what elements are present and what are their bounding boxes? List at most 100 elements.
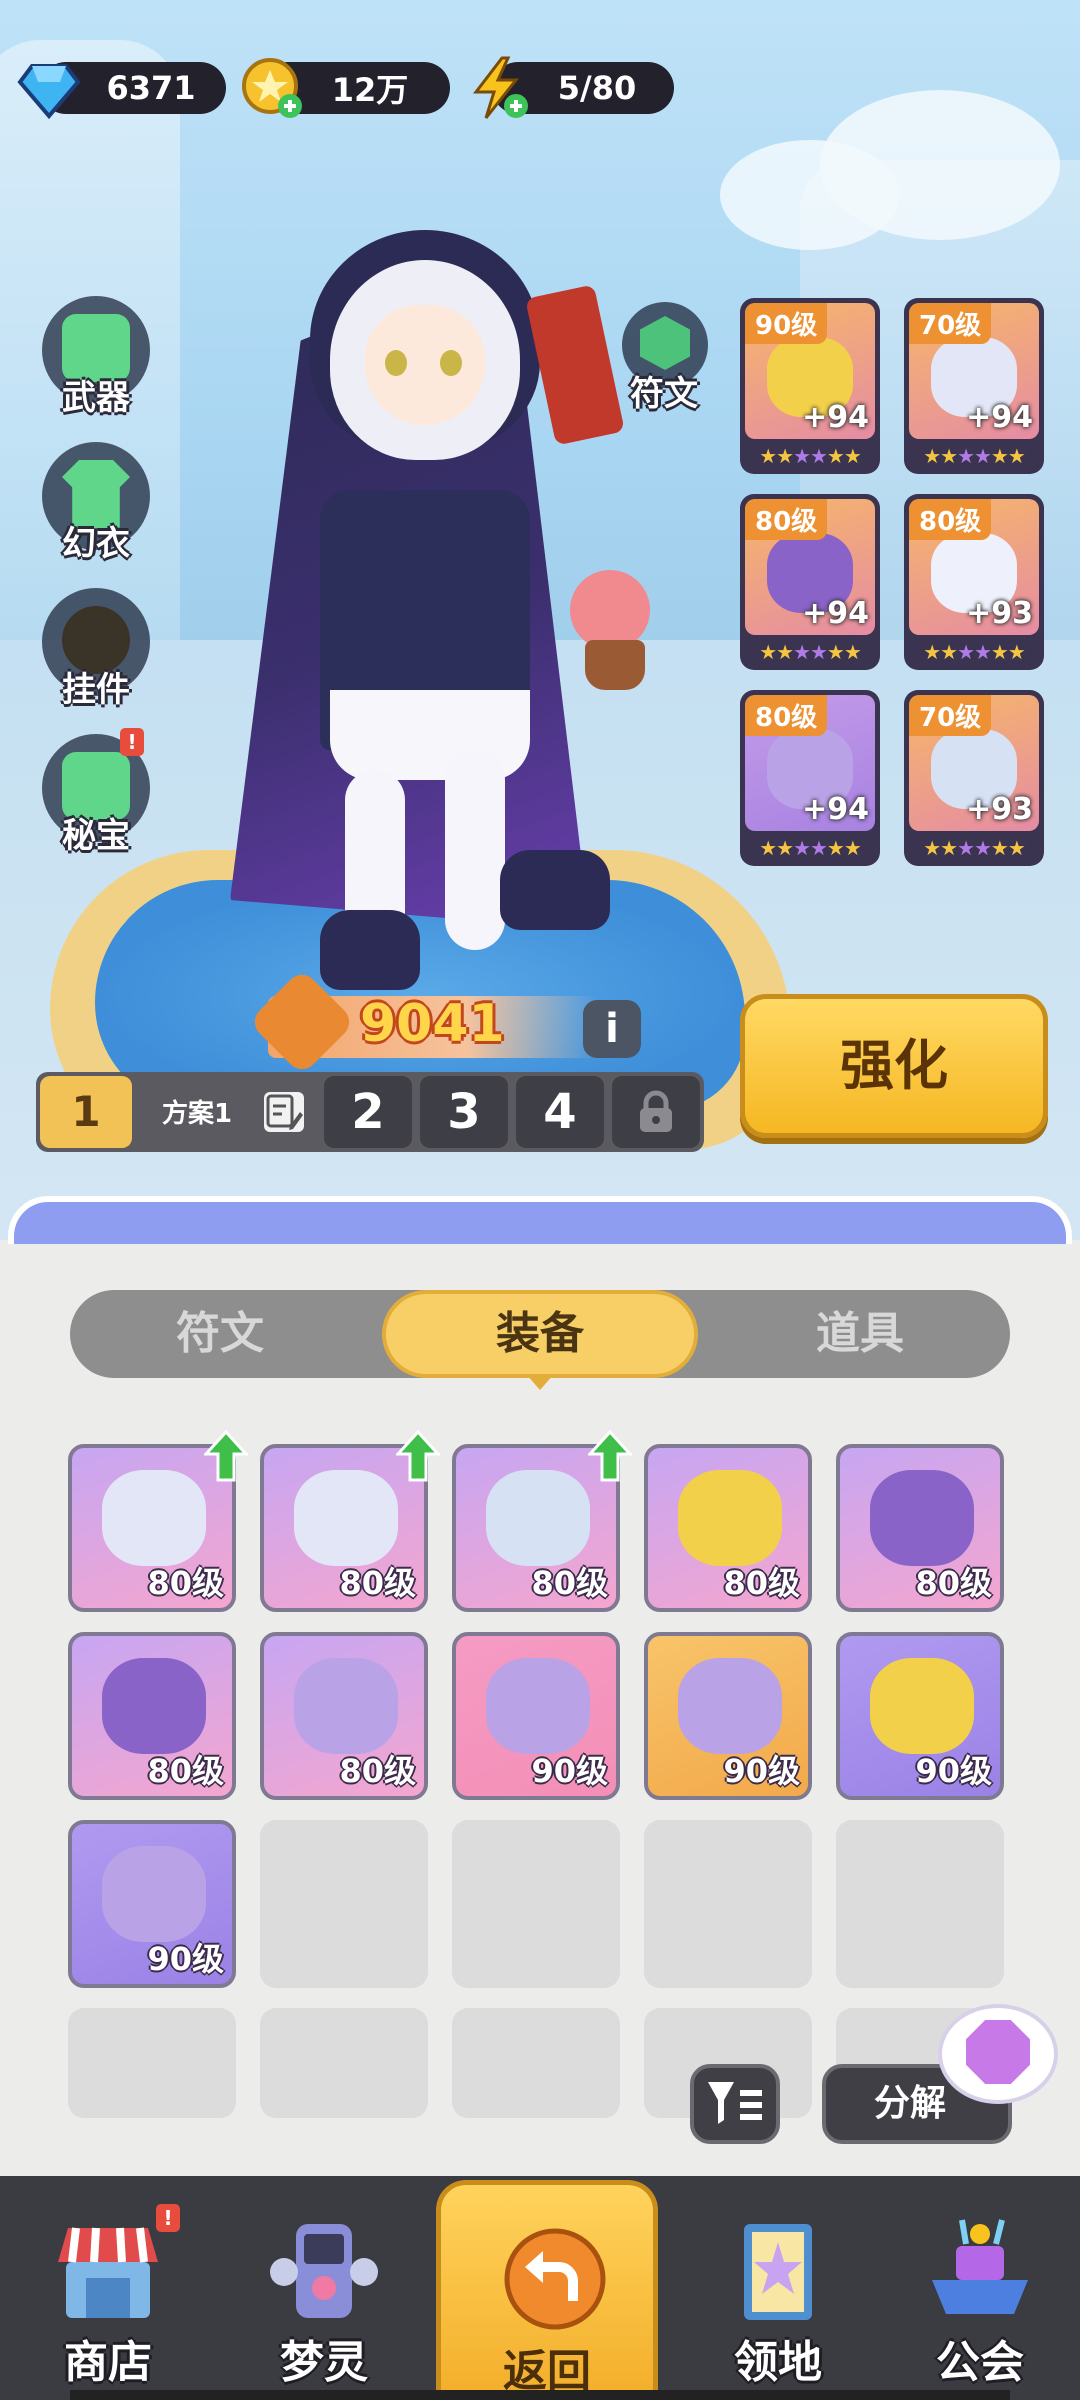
star-rating-icon: ★★★★★★ (759, 444, 862, 468)
strengthen-button[interactable]: 强化 (740, 994, 1048, 1138)
boots-icon (486, 1658, 590, 1754)
rune-button[interactable]: 符文 (614, 302, 714, 414)
outfit-button[interactable]: 幻衣 (36, 442, 156, 564)
edit-preset-icon[interactable] (264, 1092, 304, 1132)
slot-level: 80级 (745, 499, 828, 540)
helmet-icon (870, 1658, 974, 1754)
slot-level: 70级 (909, 303, 992, 344)
star-rating-icon: ★★★★★★ (923, 640, 1026, 664)
star-rating-icon: ★★★★★★ (923, 444, 1026, 468)
inventory-empty-slot (260, 2008, 428, 2118)
lock-icon (636, 1090, 676, 1134)
star-rating-icon: ★★★★★★ (759, 836, 862, 860)
background-cloud (720, 140, 900, 250)
equipped-slot-armor[interactable]: 70级 +94 ★★★★★★ (904, 298, 1044, 474)
item-level: 90级 (147, 1940, 224, 1978)
door-portal-icon (720, 2216, 836, 2326)
nav-dream-spirit[interactable]: 梦灵 (216, 2176, 432, 2400)
armor-icon (294, 1470, 398, 1566)
upgrade-arrow-icon (586, 1429, 634, 1482)
inventory-item-boots[interactable]: 90级 (452, 1632, 620, 1800)
inventory-item-bracer[interactable]: 80级 (836, 1444, 1004, 1612)
slot-level: 70级 (909, 695, 992, 736)
rune-label: 符文 (630, 374, 698, 414)
nav-guild[interactable]: 公会 (872, 2176, 1080, 2400)
item-level: 80级 (147, 1564, 224, 1602)
armor-icon (102, 1470, 206, 1566)
back-arrow-icon (497, 2225, 613, 2335)
inventory-item-helmet[interactable]: 90级 (836, 1632, 1004, 1800)
power-info-button[interactable]: i (583, 1000, 641, 1058)
preset-3-tab[interactable]: 3 (420, 1076, 508, 1148)
preset-2-tab[interactable]: 2 (324, 1076, 412, 1148)
item-level: 90级 (531, 1752, 608, 1790)
inventory-empty-slot (452, 1820, 620, 1988)
inventory-empty-slot (452, 2008, 620, 2118)
slot-background: 80级 +94 (745, 499, 875, 635)
bracer-icon (102, 1658, 206, 1754)
nav-shop-label: 商店 (64, 2337, 152, 2388)
inventory-item-boots[interactable]: 90级 (68, 1820, 236, 1988)
nav-territory-label: 领地 (734, 2337, 822, 2388)
energy-bolt-icon[interactable] (466, 56, 532, 122)
inventory-item-helmet[interactable]: 80级 (644, 1444, 812, 1612)
star-rating-icon: ★★★★★★ (923, 836, 1026, 860)
preset-4-tab[interactable]: 4 (516, 1076, 604, 1148)
item-level: 80级 (915, 1564, 992, 1602)
combat-power-value: 9041 (360, 994, 505, 1054)
preset-name: 方案1 (162, 1099, 233, 1129)
slot-enhance-bonus: +94 (802, 400, 869, 435)
diamond-icon (16, 56, 82, 122)
tab-equipment[interactable]: 装备 (382, 1290, 698, 1378)
slot-enhance-bonus: +93 (966, 792, 1033, 827)
equipped-slot-pants[interactable]: 80级 +93 ★★★★★★ (904, 494, 1044, 670)
arcade-machine-icon (266, 2216, 382, 2326)
inventory-item-bracer[interactable]: 80级 (68, 1632, 236, 1800)
nav-shop[interactable]: 商店 (0, 2176, 216, 2400)
item-level: 80级 (723, 1564, 800, 1602)
preset-1-tab[interactable]: 1 (40, 1076, 132, 1148)
inventory-empty-slot (260, 1820, 428, 1988)
item-level: 90级 (723, 1752, 800, 1790)
weapon-button[interactable]: 武器 (36, 296, 156, 418)
flower-pot-icon (585, 640, 645, 690)
boots-icon (678, 1658, 782, 1754)
slot-background: 70级 +93 (909, 695, 1039, 831)
character-eye (385, 350, 407, 376)
equipped-slot-bracer[interactable]: 80级 +94 ★★★★★★ (740, 494, 880, 670)
inventory-empty-slot (836, 1820, 1004, 1988)
pendant-label: 挂件 (62, 670, 130, 710)
tab-rune[interactable]: 符文 (70, 1290, 370, 1378)
gold-coin-icon[interactable] (240, 56, 306, 122)
nav-dream-spirit-label: 梦灵 (280, 2337, 368, 2388)
guild-boat-icon (922, 2216, 1038, 2326)
slot-background: 80级 +93 (909, 499, 1039, 635)
orb-icon (486, 1470, 590, 1566)
helmet-icon (678, 1470, 782, 1566)
bracer-icon (870, 1470, 974, 1566)
inventory-item-boots[interactable]: 90级 (644, 1632, 812, 1800)
equipped-slot-boots[interactable]: 80级 +94 ★★★★★★ (740, 690, 880, 866)
nav-back[interactable]: 返回 (436, 2180, 658, 2400)
pistol-icon (525, 284, 625, 446)
equipped-slot-helmet[interactable]: 90级 +94 ★★★★★★ (740, 298, 880, 474)
item-level: 80级 (531, 1564, 608, 1602)
slot-level: 80级 (745, 695, 828, 736)
inventory-empty-slot (68, 2008, 236, 2118)
tab-items[interactable]: 道具 (710, 1290, 1010, 1378)
energy-amount: 5/80 (557, 69, 637, 107)
inventory-item-boots[interactable]: 80级 (260, 1632, 428, 1800)
star-rating-icon: ★★★★★★ (759, 640, 862, 664)
nav-territory[interactable]: 领地 (670, 2176, 886, 2400)
character-illustration[interactable] (170, 210, 670, 990)
treasure-label: 秘宝 (62, 816, 130, 856)
treasure-alert-badge: ! (120, 728, 144, 756)
item-level: 80级 (339, 1564, 416, 1602)
pendant-button[interactable]: 挂件 (36, 588, 156, 710)
filter-button[interactable] (690, 2064, 780, 2144)
slot-background: 80级 +94 (745, 695, 875, 831)
boots-icon (102, 1846, 206, 1942)
equipped-slot-orb[interactable]: 70级 +93 ★★★★★★ (904, 690, 1044, 866)
flower-pet-icon (570, 570, 650, 650)
character-eye (440, 350, 462, 376)
